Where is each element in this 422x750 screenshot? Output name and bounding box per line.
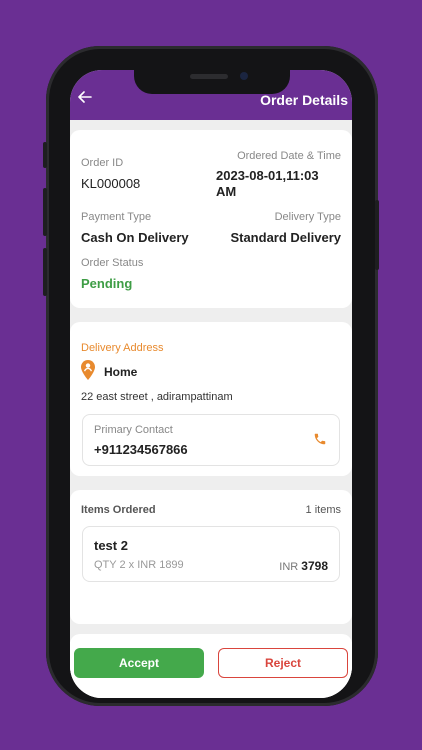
ordered-date-line2: AM xyxy=(216,184,237,199)
accept-button[interactable]: Accept xyxy=(74,648,204,678)
order-content: Order ID KL000008 Ordered Date & Time 20… xyxy=(70,120,352,698)
item-total-prefix: INR xyxy=(279,561,299,573)
address-line: 22 east street , adirampattinam xyxy=(81,391,233,403)
delivery-address-label: Delivery Address xyxy=(81,342,164,354)
order-id-value: KL000008 xyxy=(81,176,141,191)
item-total-value: 3798 xyxy=(301,559,328,573)
power-button xyxy=(375,200,379,270)
payment-type-label: Payment Type xyxy=(81,211,152,223)
reject-button[interactable]: Reject xyxy=(218,648,348,678)
items-ordered-label: Items Ordered xyxy=(81,504,156,516)
delivery-type-label: Delivery Type xyxy=(274,211,341,223)
volume-up-button xyxy=(43,188,47,236)
delivery-address-card: Delivery Address Home 22 east street , a… xyxy=(70,322,352,476)
item-qty-price: QTY 2 x INR 1899 xyxy=(94,559,184,571)
back-arrow-icon[interactable] xyxy=(78,90,92,104)
ordered-date-label: Ordered Date & Time xyxy=(237,150,341,162)
delivery-type-value: Standard Delivery xyxy=(230,230,341,245)
speaker xyxy=(190,74,228,79)
items-count: 1 items xyxy=(305,504,341,516)
phone-icon[interactable] xyxy=(313,432,327,446)
mute-switch xyxy=(43,142,47,168)
primary-contact-box: Primary Contact +911234567866 xyxy=(82,414,340,466)
screen: Order Details Order ID KL000008 Ordered … xyxy=(70,70,352,698)
action-bar: Accept Reject xyxy=(70,642,352,698)
primary-contact-value: +911234567866 xyxy=(94,442,188,457)
primary-contact-label: Primary Contact xyxy=(94,424,173,436)
page-title: Order Details xyxy=(260,92,348,108)
order-info-card: Order ID KL000008 Ordered Date & Time 20… xyxy=(70,130,352,308)
front-camera xyxy=(240,72,248,80)
items-ordered-card: Items Ordered 1 items test 2 QTY 2 x INR… xyxy=(70,490,352,624)
volume-down-button xyxy=(43,248,47,296)
location-pin-icon xyxy=(81,360,95,380)
item-name: test 2 xyxy=(94,538,128,553)
payment-type-value: Cash On Delivery xyxy=(81,230,189,245)
order-id-label: Order ID xyxy=(81,157,124,169)
order-status-label: Order Status xyxy=(81,257,144,269)
notch xyxy=(134,66,290,94)
ordered-date-line1: 2023-08-01,11:03 xyxy=(216,168,319,183)
item-total: INR 3798 xyxy=(279,559,328,573)
order-status-value: Pending xyxy=(81,276,133,291)
item-card[interactable]: test 2 QTY 2 x INR 1899 INR 3798 xyxy=(82,526,340,582)
address-name: Home xyxy=(104,365,138,379)
